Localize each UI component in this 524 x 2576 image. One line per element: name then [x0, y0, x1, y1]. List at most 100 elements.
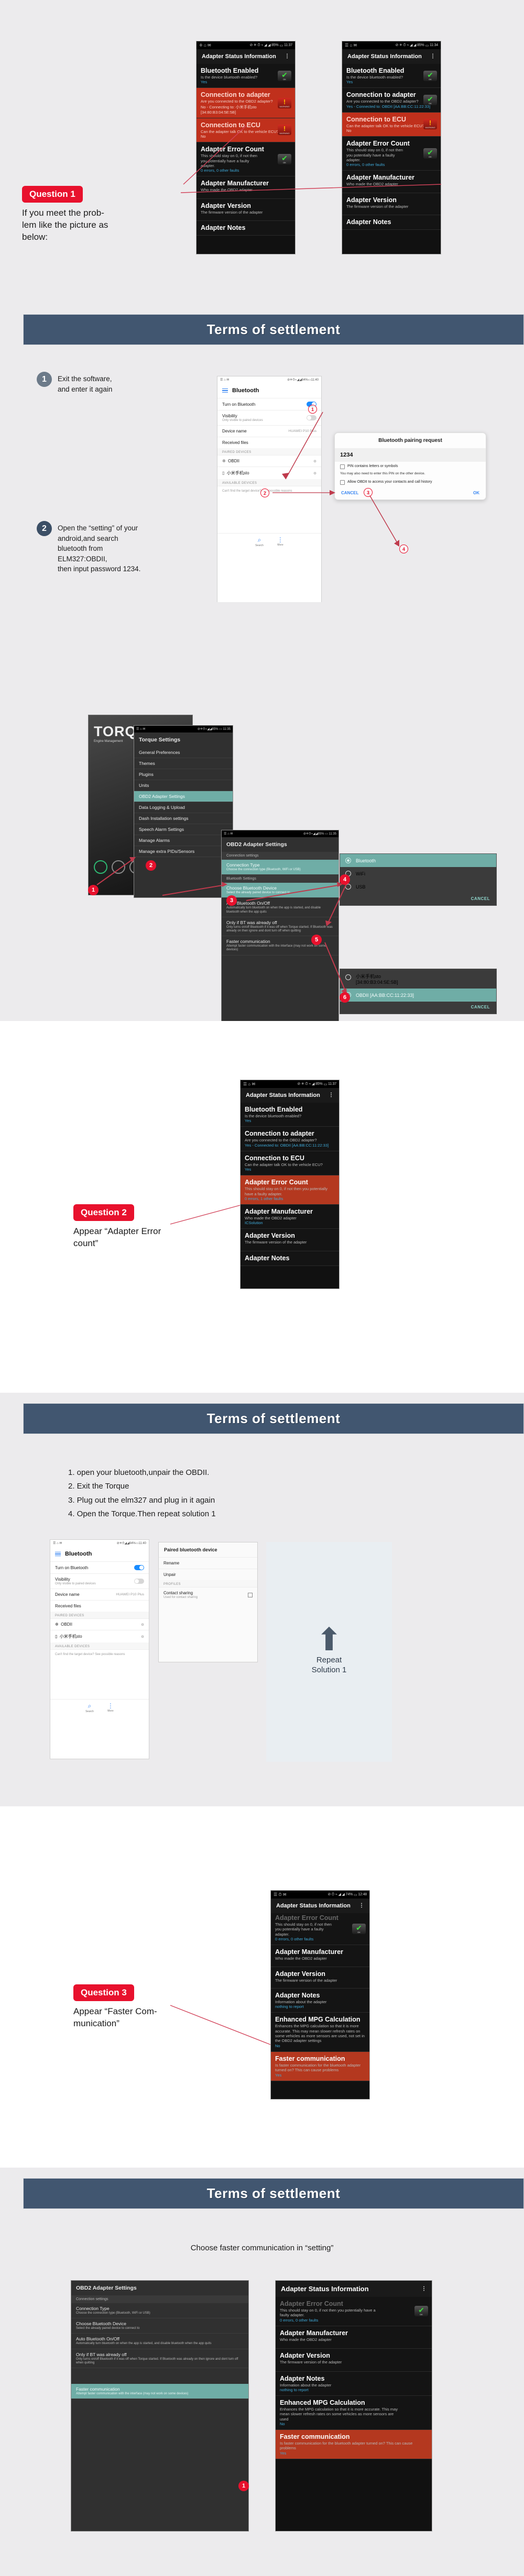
settings-gear-icon[interactable]: ⚙: [313, 471, 316, 475]
turn-on-bluetooth-row[interactable]: Turn on Bluetooth: [50, 1561, 149, 1573]
paired-device-xiaomi[interactable]: ▯ 小米手机sto ⚙: [50, 1630, 149, 1642]
menu-item[interactable]: Units: [134, 780, 233, 791]
cancel-button[interactable]: CANCEL: [341, 491, 358, 495]
overflow-menu-icon[interactable]: ⋮: [285, 54, 290, 59]
visibility-toggle[interactable]: [307, 415, 316, 420]
option-bluetooth[interactable]: Bluetooth: [340, 854, 496, 867]
menu-item-obd2-adapter-settings[interactable]: OBD2 Adapter Settings: [134, 791, 233, 802]
row-only-if-bt-off[interactable]: Only if BT was already off Only turns on/…: [222, 917, 339, 937]
allow-contacts-checkbox-row[interactable]: Allow OBDII to access your contacts and …: [335, 478, 486, 487]
status-row[interactable]: Adapter Notes: [342, 215, 441, 230]
status-row[interactable]: Adapter Manufacturer Who made the OBD2 a…: [196, 176, 295, 199]
row-auto-bluetooth[interactable]: Auto Bluetooth On/Off Automatically turn …: [222, 898, 339, 917]
row-faster-communication[interactable]: Faster communication Attempt faster commu…: [71, 2383, 248, 2400]
status-row[interactable]: Bluetooth Enabled Is the device bluetoot…: [196, 64, 295, 88]
status-row[interactable]: Connection to adapter Are you connected …: [342, 88, 441, 113]
device-name-row[interactable]: Device name HUAWEI P10 Plus: [217, 425, 321, 437]
overflow-menu-icon[interactable]: ⋮: [329, 1093, 334, 1097]
more-button[interactable]: ⋮ More: [277, 536, 283, 547]
row-auto-bluetooth[interactable]: Auto Bluetooth On/Off Automatically turn …: [71, 2334, 248, 2349]
status-row[interactable]: Adapter Manufacturer Who made the OBD2 a…: [342, 171, 441, 193]
menu-icon[interactable]: [55, 1551, 61, 1557]
settings-gear-icon[interactable]: ⚙: [141, 1623, 144, 1627]
search-button[interactable]: ⌕ Search: [255, 536, 264, 547]
status-row[interactable]: Adapter Version The firmware version of …: [271, 1967, 369, 1989]
cancel-button[interactable]: CANCEL: [340, 893, 496, 905]
paired-device-obdii[interactable]: ✲ OBDII ⚙: [50, 1618, 149, 1630]
status-row[interactable]: Connection to adapter Are you connected …: [241, 1127, 339, 1151]
status-row[interactable]: Adapter Version The firmware version of …: [196, 198, 295, 221]
status-row[interactable]: Bluetooth Enabled Is the device bluetoot…: [342, 64, 441, 88]
overflow-menu-icon[interactable]: ⋮: [359, 1903, 364, 1908]
status-row-adapter-error-count[interactable]: Adapter Error Count This should stay on …: [241, 1175, 339, 1205]
settings-gear-icon[interactable]: ⚙: [313, 459, 316, 463]
received-files-row[interactable]: Received files: [50, 1600, 149, 1612]
rename-row[interactable]: Rename: [159, 1557, 257, 1569]
option-obdii-device[interactable]: OBDII [AA:BB:CC:11:22:33]: [340, 989, 496, 1002]
contact-sharing-row[interactable]: Contact sharing Used for contact sharing: [159, 1587, 257, 1602]
status-row[interactable]: Enhanced MPG Calculation Enhances the MP…: [271, 2013, 369, 2052]
status-row[interactable]: Adapter Error Count This should stay on …: [342, 137, 441, 171]
status-row-faster-communication[interactable]: Faster communication Is faster communica…: [276, 2430, 432, 2459]
menu-item[interactable]: Data Logging & Upload: [134, 802, 233, 813]
status-row[interactable]: Bluetooth Enabled Is the device bluetoot…: [241, 1103, 339, 1127]
status-row[interactable]: Enhanced MPG Calculation Enhances the MP…: [276, 2395, 432, 2430]
search-button[interactable]: ⌕ Search: [85, 1702, 94, 1713]
status-row[interactable]: Adapter Error Count This should stay on …: [196, 142, 295, 177]
row-only-if-bt-off[interactable]: Only if BT was already off Only turns on/…: [71, 2349, 248, 2368]
radio-icon[interactable]: [345, 858, 351, 863]
option-xiaomi-device[interactable]: 小米手机sto [34:80:B3:04:5E:5B]: [340, 969, 496, 989]
menu-item[interactable]: Themes: [134, 758, 233, 769]
bluetooth-toggle[interactable]: [134, 1565, 144, 1570]
status-row[interactable]: Adapter Notes: [241, 1251, 339, 1266]
status-row[interactable]: Adapter Version The firmware version of …: [276, 2349, 432, 2372]
status-row[interactable]: Connection to ECU Can the adapter talk O…: [196, 118, 295, 143]
visibility-row[interactable]: Visibility Only visible to paired devices: [50, 1573, 149, 1589]
status-row[interactable]: Adapter Manufacturer Who made the OBD2 a…: [241, 1204, 339, 1229]
status-row-faster-communication[interactable]: Faster communication Is faster communica…: [271, 2051, 369, 2081]
paired-device-xiaomi[interactable]: ▯ 小米手机sto ⚙: [217, 467, 321, 479]
status-row[interactable]: Adapter Manufacturer Who made the OBD2 a…: [276, 2326, 432, 2349]
option-usb[interactable]: USB: [340, 880, 496, 893]
status-row[interactable]: Connection to adapter Are you connected …: [196, 88, 295, 118]
option-wifi[interactable]: WiFi: [340, 867, 496, 880]
unpair-row[interactable]: Unpair: [159, 1569, 257, 1580]
status-row[interactable]: Connection to ECU Can the adapter talk O…: [342, 112, 441, 137]
visibility-toggle[interactable]: [134, 1579, 144, 1584]
menu-item[interactable]: Speech Alarm Settings: [134, 824, 233, 835]
visibility-row[interactable]: Visibility Only visible to paired device…: [217, 410, 321, 425]
paired-device-obdii[interactable]: ✲ OBDII ⚙: [217, 455, 321, 467]
status-row[interactable]: Adapter Error Count This should stay on …: [271, 1913, 369, 1946]
menu-item[interactable]: Dash Installation settings: [134, 813, 233, 824]
status-row[interactable]: Adapter Version The firmware version of …: [342, 193, 441, 215]
row-connection-type[interactable]: Connection Type Choose the connection typ…: [222, 860, 339, 875]
menu-item[interactable]: Manage extra PIDs/Sensors: [134, 846, 233, 857]
row-choose-bluetooth-device[interactable]: Choose Bluetooth Device Select the alread…: [71, 2318, 248, 2334]
status-row[interactable]: Adapter Notes Information about the adap…: [276, 2371, 432, 2396]
status-row[interactable]: Adapter Notes Information about the adap…: [271, 1988, 369, 2013]
received-files-row[interactable]: Received files: [217, 437, 321, 448]
cancel-button[interactable]: CANCEL: [340, 1002, 496, 1014]
row-connection-type[interactable]: Connection Type Choose the connection typ…: [71, 2303, 248, 2319]
checkbox-icon[interactable]: [248, 1592, 253, 1597]
status-row[interactable]: Connection to ECU Can the adapter talk O…: [241, 1151, 339, 1176]
device-name-row[interactable]: Device name HUAWEI P10 Plus: [50, 1589, 149, 1600]
menu-item[interactable]: General Preferences: [134, 747, 233, 758]
menu-item[interactable]: Manage Alarms: [134, 835, 233, 846]
overflow-menu-icon[interactable]: ⋮: [430, 54, 435, 59]
turn-on-bluetooth-row[interactable]: Turn on Bluetooth: [217, 398, 321, 410]
overflow-menu-icon[interactable]: ⋮: [421, 2286, 427, 2291]
status-row[interactable]: Adapter Manufacturer Who made the OBD2 a…: [271, 1945, 369, 1967]
radio-icon[interactable]: [345, 974, 351, 980]
pin-letters-checkbox-row[interactable]: PIN contains letters or symbols: [335, 462, 486, 472]
ok-button[interactable]: OK: [473, 491, 479, 495]
settings-gear-icon[interactable]: ⚙: [141, 1635, 144, 1639]
menu-icon[interactable]: [222, 388, 228, 393]
more-button[interactable]: ⋮ More: [107, 1702, 114, 1713]
status-row[interactable]: Adapter Error Count This should stay on …: [276, 2297, 432, 2326]
checkbox-icon[interactable]: [340, 464, 345, 469]
status-row[interactable]: Adapter Notes: [196, 221, 295, 236]
checkbox-icon[interactable]: [340, 480, 345, 485]
row-choose-bluetooth-device[interactable]: Choose Bluetooth Device Select the alread…: [222, 883, 339, 898]
status-row[interactable]: Adapter Version The firmware version of …: [241, 1229, 339, 1251]
